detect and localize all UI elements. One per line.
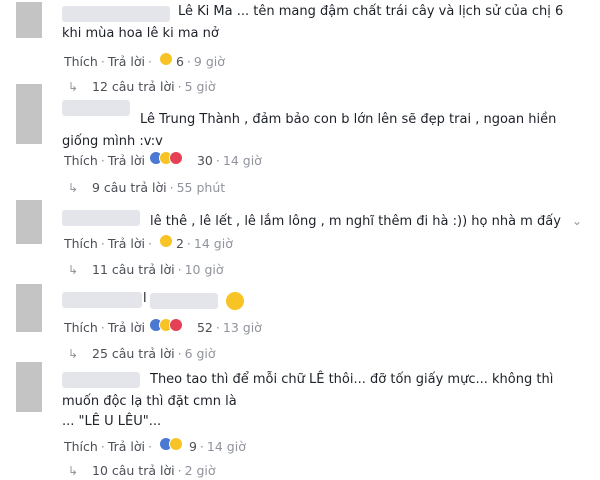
comment-text-line: muốn độc lạ thì đặt cmn là [62,394,237,409]
haha-icon [168,437,183,451]
reaction-count: 30 [196,153,213,168]
view-replies[interactable]: ↳ 11 câu trả lời · 10 giờ [68,261,224,279]
love-icon [168,318,183,332]
author-name-blurred[interactable] [62,210,140,226]
reaction-count: 52 [196,320,213,335]
reply-link[interactable]: Trả lời [108,236,145,251]
comment-text-line: ... "LÊ U LÊU"... [62,414,162,429]
replies-count: 10 câu trả lời [92,463,175,478]
replies-time: 5 giờ [184,79,216,94]
replies-time: 55 phút [176,180,226,195]
chevron-down-icon[interactable]: ⌄ [572,214,582,228]
like-link[interactable]: Thích [64,54,98,69]
avatar[interactable] [16,200,42,244]
comment-text-line: l [143,291,147,306]
avatar[interactable] [16,362,42,412]
replies-count: 12 câu trả lời [92,79,175,94]
comment-actions: Thích · Trả lời · 6 · 9 giờ [64,52,225,69]
timestamp[interactable]: 13 giờ [223,320,262,335]
replies-count: 11 câu trả lời [92,262,175,277]
comment-text-line: Theo tao thì để mỗi chữ LÊ thôi... đỡ tố… [150,372,554,387]
reply-arrow-icon: ↳ [68,263,79,277]
replies-time: 2 giờ [184,463,216,478]
replies-time: 10 giờ [184,262,224,277]
reaction-count: 2 [175,236,184,251]
reply-arrow-icon: ↳ [68,80,79,94]
comment-text-line: giống mình :v:v [62,134,163,149]
reactions[interactable] [158,437,183,451]
view-replies[interactable]: ↳ 12 câu trả lời · 5 giờ [68,78,216,96]
reactions[interactable] [148,318,183,332]
reaction-count: 6 [175,54,184,69]
reactions[interactable] [158,234,173,248]
like-link[interactable]: Thích [64,236,98,251]
timestamp[interactable]: 14 giờ [194,236,233,251]
reply-link[interactable]: Trả lời [108,320,145,335]
replies-count: 25 câu trả lời [92,346,175,361]
love-icon [168,151,183,165]
reply-arrow-icon: ↳ [68,181,79,195]
author-name-blurred[interactable] [62,6,170,22]
replies-count: 9 câu trả lời [92,180,167,195]
replies-time: 6 giờ [184,346,216,361]
timestamp[interactable]: 9 giờ [194,54,225,69]
reaction-count: 9 [188,439,197,454]
timestamp[interactable]: 14 giờ [207,439,246,454]
like-link[interactable]: Thích [64,320,98,335]
reactions[interactable] [148,151,183,165]
comment-actions: Thích · Trả lời 52 · 13 giờ [64,318,262,335]
reply-link[interactable]: Trả lời [108,54,145,69]
haha-icon [158,234,173,248]
comment-actions: Thích · Trả lời 30 · 14 giờ [64,151,262,168]
author-name-blurred[interactable] [62,292,142,308]
like-link[interactable]: Thích [64,153,98,168]
comment-actions: Thích · Trả lời · 9 · 14 giờ [64,437,246,454]
author-name-blurred[interactable] [62,372,140,388]
comment-actions: Thích · Trả lời · 2 · 14 giờ [64,234,233,251]
comment-text-line: Lê Ki Ma ... tên mang đậm chất trái cây … [178,4,564,19]
comment-text-line: khi mùa hoa lê ki ma nở [62,26,219,41]
author-name-blurred[interactable] [62,100,130,116]
haha-icon [158,52,173,66]
reactions[interactable] [158,52,173,66]
comment-text-line: lê thê , lê lết , lê lắm lông , m nghĩ t… [150,214,561,229]
reply-arrow-icon: ↳ [68,347,79,361]
timestamp[interactable]: 14 giờ [223,153,262,168]
avatar[interactable] [16,2,42,38]
avatar[interactable] [16,284,42,332]
view-replies[interactable]: ↳ 10 câu trả lời · 2 giờ [68,462,216,480]
like-link[interactable]: Thích [64,439,98,454]
comment-text-blurred [150,293,218,309]
comment-text-line: Lê Trung Thành , đảm bảo con b lớn lên s… [140,112,557,127]
reply-link[interactable]: Trả lời [108,153,145,168]
view-replies[interactable]: ↳ 9 câu trả lời · 55 phút [68,179,225,197]
view-replies[interactable]: ↳ 25 câu trả lời · 6 giờ [68,345,216,363]
avatar[interactable] [16,84,42,144]
reply-arrow-icon: ↳ [68,464,79,478]
reply-link[interactable]: Trả lời [108,439,145,454]
laughing-emoji-icon [226,292,244,310]
